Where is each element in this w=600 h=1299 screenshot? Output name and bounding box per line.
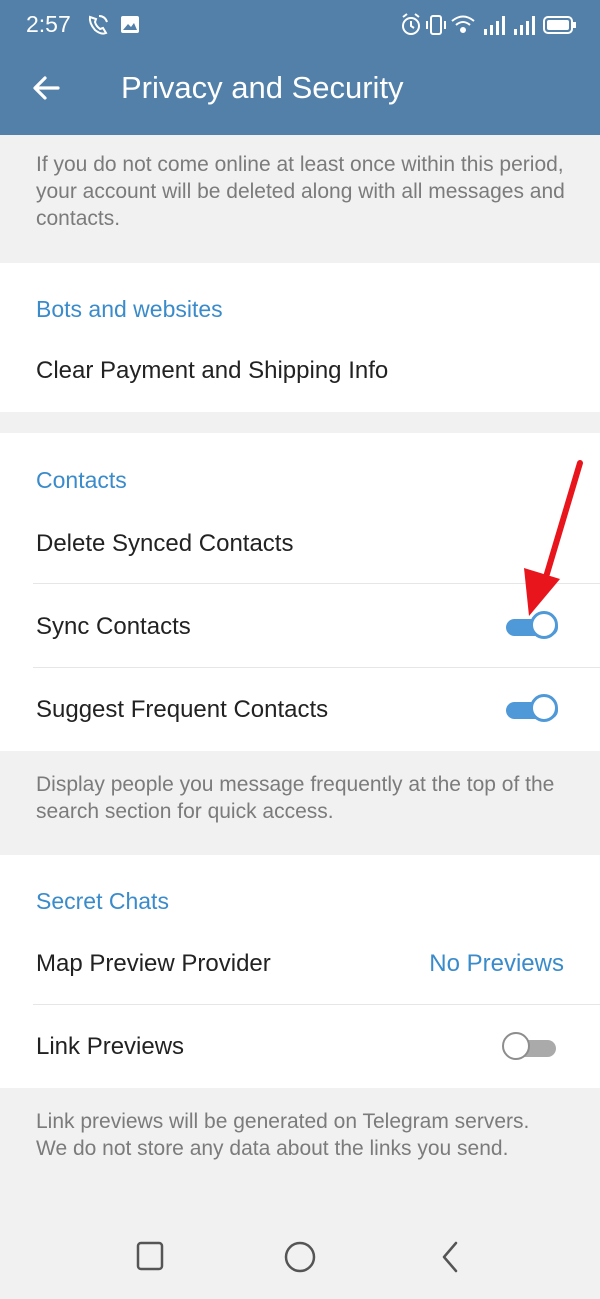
- link-previews-row[interactable]: Link Previews: [0, 1005, 600, 1088]
- sync-contacts-label: Sync Contacts: [36, 613, 191, 640]
- link-previews-hint: Link previews will be generated on Teleg…: [36, 1110, 530, 1160]
- title-bar: Privacy and Security: [0, 50, 600, 135]
- suggest-frequent-contacts-row[interactable]: Suggest Frequent Contacts: [0, 668, 600, 751]
- bots-section-header: Bots and websites: [36, 296, 223, 322]
- signal-icon: [514, 16, 535, 35]
- contacts-section-header: Contacts: [36, 467, 127, 493]
- secret-chats-section-header: Secret Chats: [36, 888, 169, 914]
- status-left-icons: [86, 13, 146, 42]
- signal-icon: [484, 16, 505, 35]
- status-right-icons: [400, 12, 578, 43]
- system-nav-bar: [0, 1215, 600, 1299]
- link-previews-label: Link Previews: [36, 1033, 185, 1060]
- map-preview-provider-label: Map Preview Provider: [36, 950, 271, 977]
- map-preview-provider-value: No Previews: [429, 950, 564, 977]
- alarm-icon: [402, 13, 420, 35]
- secret-chats-section: Secret Chats Map Preview Provider No Pre…: [0, 855, 600, 1088]
- toggle-knob: [502, 1032, 530, 1060]
- suggest-contacts-hint: Display people you message frequently at…: [36, 773, 555, 823]
- status-bar: 2:57: [0, 0, 600, 50]
- page-title: Privacy and Security: [121, 70, 404, 105]
- link-previews-toggle[interactable]: [502, 1029, 560, 1065]
- toggle-knob: [530, 694, 558, 722]
- account-deletion-hint: If you do not come online at least once …: [36, 153, 565, 230]
- delete-synced-contacts-label: Delete Synced Contacts: [36, 530, 294, 557]
- status-time: 2:57: [26, 11, 71, 37]
- battery-icon: [543, 16, 576, 34]
- home-icon[interactable]: [284, 1241, 316, 1278]
- back-icon[interactable]: [440, 1241, 460, 1278]
- vibrate-icon: [426, 15, 446, 35]
- suggest-frequent-contacts-toggle[interactable]: [504, 691, 562, 727]
- clear-payment-row[interactable]: Clear Payment and Shipping Info: [0, 333, 600, 411]
- image-icon: [121, 16, 139, 33]
- clear-payment-label: Clear Payment and Shipping Info: [36, 357, 389, 384]
- wifi-icon: [451, 15, 475, 33]
- bots-section: Bots and websites Clear Payment and Ship…: [0, 263, 600, 412]
- back-arrow-icon[interactable]: [30, 72, 62, 109]
- suggest-frequent-contacts-label: Suggest Frequent Contacts: [36, 696, 329, 723]
- annotation-arrow-icon: [524, 460, 583, 616]
- wifi-call-icon: [88, 15, 108, 35]
- map-preview-provider-row[interactable]: Map Preview Provider No Previews: [0, 925, 600, 1004]
- app-bar: 2:57 Privacy and Security: [0, 0, 600, 135]
- recent-apps-icon[interactable]: [136, 1241, 164, 1276]
